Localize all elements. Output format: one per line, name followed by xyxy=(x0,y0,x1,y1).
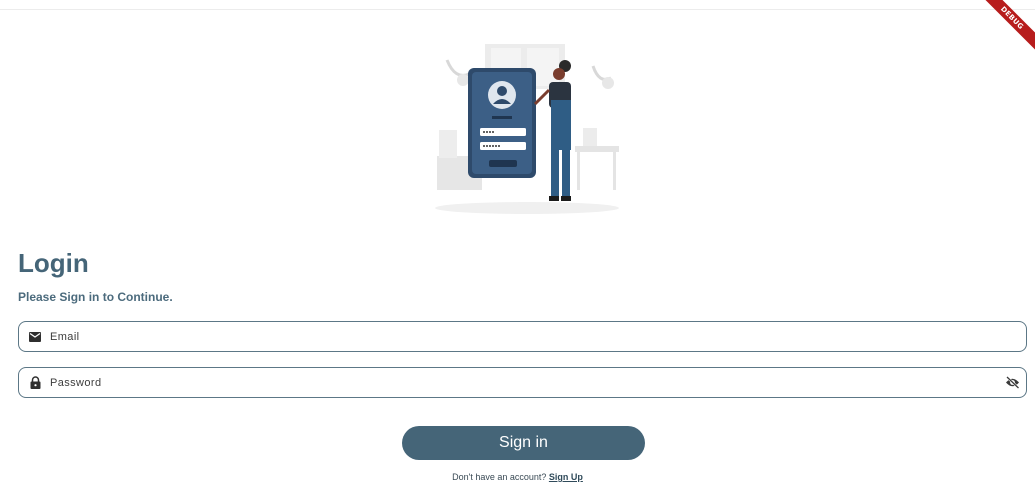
dot xyxy=(483,145,485,147)
table-leg-left xyxy=(577,152,580,190)
dot xyxy=(483,131,485,133)
card-label-bar xyxy=(492,116,512,119)
dot xyxy=(486,145,488,147)
person-head xyxy=(553,68,565,80)
eye-off-icon[interactable] xyxy=(1004,375,1020,391)
login-page: DEBUG Login Please Sign in to Continue. … xyxy=(0,0,1035,486)
page-subtitle: Please Sign in to Continue. xyxy=(18,290,173,304)
debug-banner: DEBUG xyxy=(975,0,1035,60)
monitor-shape xyxy=(583,128,597,146)
card-button xyxy=(489,160,517,167)
lamp-left-bulb xyxy=(457,74,469,86)
page-title: Login xyxy=(18,248,89,278)
plant-pot xyxy=(439,130,457,158)
sign-in-button[interactable]: Sign in xyxy=(402,426,645,460)
email-field[interactable] xyxy=(18,321,1027,352)
mail-icon xyxy=(28,330,42,344)
dot xyxy=(492,145,494,147)
dot xyxy=(498,145,500,147)
person-overalls xyxy=(551,100,571,150)
login-illustration xyxy=(427,40,627,214)
floor-shadow xyxy=(435,202,619,214)
lock-icon xyxy=(28,376,42,390)
avatar-head xyxy=(497,86,507,96)
sign-up-link[interactable]: Sign Up xyxy=(549,472,583,482)
dot xyxy=(495,145,497,147)
person-shoe-right xyxy=(561,196,571,201)
dot xyxy=(489,145,491,147)
table-leg-right xyxy=(613,152,616,190)
top-divider xyxy=(0,9,1035,10)
email-input[interactable] xyxy=(50,326,1026,347)
dot xyxy=(492,131,494,133)
dot xyxy=(486,131,488,133)
person-leg-left xyxy=(551,148,559,198)
password-input[interactable] xyxy=(50,372,1004,393)
signup-prompt-row: Don't have an account? Sign Up xyxy=(0,472,1035,482)
person-leg-right xyxy=(562,148,570,198)
lamp-right-bulb xyxy=(602,77,614,89)
debug-ribbon-label: DEBUG xyxy=(975,0,1035,55)
signup-prompt-text: Don't have an account? xyxy=(452,472,549,482)
person-shoe-left xyxy=(549,196,559,201)
password-field[interactable] xyxy=(18,367,1027,398)
dot xyxy=(489,131,491,133)
table-top xyxy=(575,146,619,152)
